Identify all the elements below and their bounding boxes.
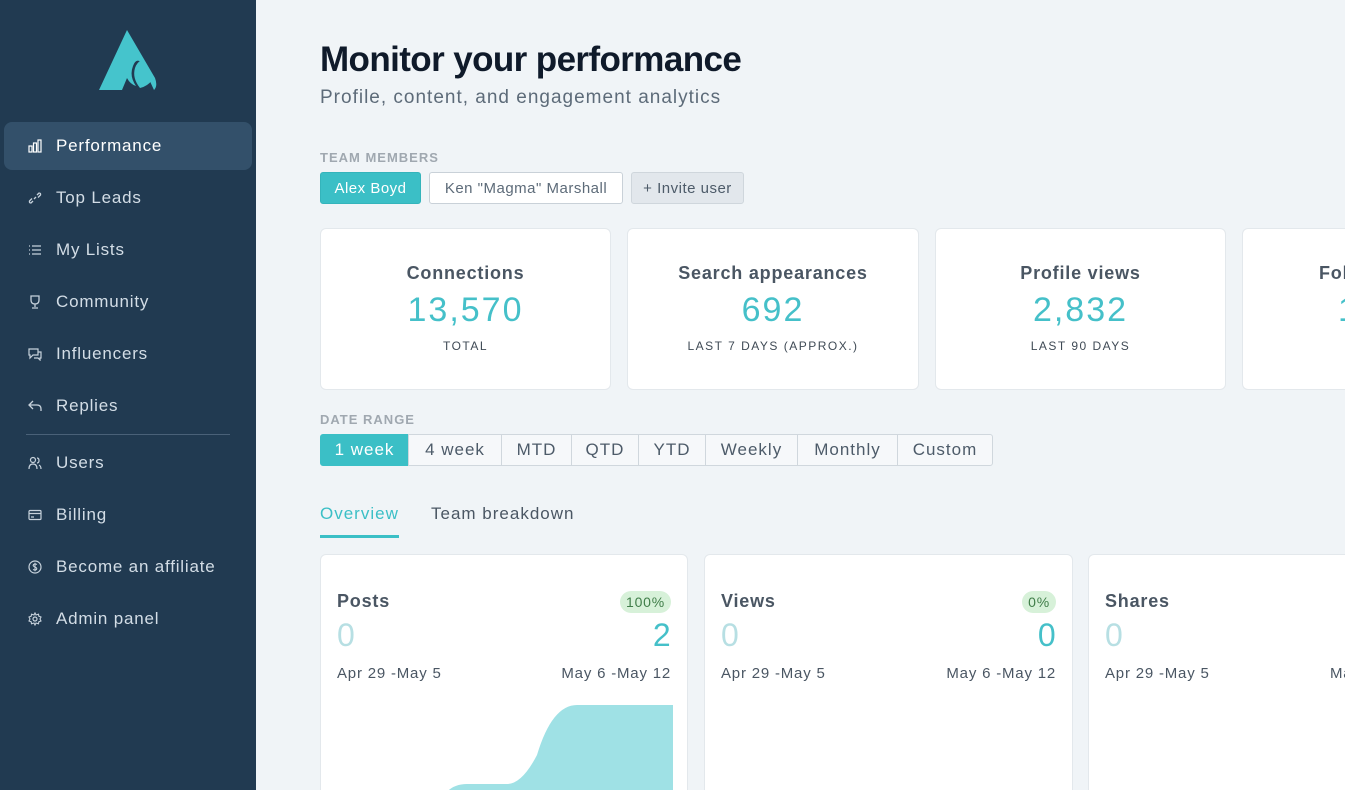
current-range: Ma [1330, 665, 1345, 682]
stat-title: Fol [1319, 263, 1345, 283]
tab-overview[interactable]: Overview [320, 504, 399, 524]
tab-team-breakdown[interactable]: Team breakdown [431, 504, 574, 524]
dollar-icon [28, 560, 42, 574]
active-tab-indicator [320, 535, 399, 538]
stat-value: 692 [741, 291, 805, 329]
sidebar-item-label: Influencers [56, 344, 148, 363]
sidebar-item-influencers[interactable]: Influencers [4, 330, 252, 378]
stat-sub: LAST 7 DAYS (APPROX.) [687, 339, 859, 353]
sidebar-item-performance[interactable]: Performance [4, 122, 252, 170]
bar-chart-icon [28, 139, 42, 153]
change-badge: 0% [1022, 591, 1056, 613]
date-range-selector: 1 week 4 week MTD QTD YTD Weekly Monthly… [320, 434, 993, 466]
stat-sub: TOTAL [442, 339, 489, 353]
sidebar-item-label: Become an affiliate [56, 557, 216, 576]
range-custom[interactable]: Custom [897, 434, 993, 466]
stat-sub: LAST 90 DAYS [1030, 339, 1131, 353]
current-value: 2 [652, 617, 671, 653]
sidebar-item-label: Users [56, 453, 105, 472]
users-icon [28, 456, 42, 470]
metric-title: Views [721, 591, 776, 611]
app-logo[interactable] [96, 28, 158, 92]
range-weekly[interactable]: Weekly [705, 434, 798, 466]
previous-range: Apr 29 -May 5 [337, 665, 442, 682]
invite-user-button[interactable]: + Invite user [631, 172, 744, 204]
sidebar-item-replies[interactable]: Replies [4, 382, 252, 430]
previous-range: Apr 29 -May 5 [1105, 665, 1210, 682]
metric-card-shares: Shares 0 Apr 29 -May 5 Ma [1088, 554, 1345, 790]
sidebar-item-label: My Lists [56, 240, 125, 259]
team-member-alex-boyd[interactable]: Alex Boyd [320, 172, 421, 204]
metric-card-posts: Posts 100% 0 2 Apr 29 -May 5 May 6 -May … [320, 554, 688, 790]
sidebar-item-label: Admin panel [56, 609, 160, 628]
previous-value: 0 [721, 617, 740, 653]
stat-value: 2,832 [1032, 291, 1129, 329]
sidebar-item-affiliate[interactable]: Become an affiliate [4, 543, 252, 591]
list-icon [29, 245, 41, 255]
metric-title: Posts [337, 591, 391, 611]
date-range-label: DATE RANGE [320, 412, 415, 427]
previous-value: 0 [1105, 617, 1124, 653]
posts-area-series [449, 705, 673, 790]
sidebar: Performance Top Leads My Lists Community… [0, 0, 256, 790]
metric-title: Shares [1105, 591, 1170, 611]
stat-value: 1 [1338, 291, 1345, 330]
stat-card-connections: Connections 13,570 TOTAL [320, 228, 611, 390]
current-range: May 6 -May 12 [946, 665, 1056, 682]
trophy-icon [30, 295, 40, 309]
current-range: May 6 -May 12 [561, 665, 671, 682]
range-ytd[interactable]: YTD [638, 434, 706, 466]
range-qtd[interactable]: QTD [571, 434, 639, 466]
sidebar-item-label: Community [56, 292, 150, 311]
page-title: Monitor your performance [320, 40, 742, 79]
previous-range: Apr 29 -May 5 [721, 665, 826, 682]
page-subtitle: Profile, content, and engagement analyti… [320, 87, 722, 108]
previous-value: 0 [337, 617, 356, 653]
team-member-ken-marshall[interactable]: Ken "Magma" Marshall [429, 172, 623, 204]
sidebar-item-label: Top Leads [56, 188, 142, 207]
stat-card-profile-views: Profile views 2,832 LAST 90 DAYS [935, 228, 1226, 390]
stat-title: Search appearances [678, 263, 868, 283]
reply-icon [28, 400, 42, 411]
stat-card-search-appearances: Search appearances 692 LAST 7 DAYS (APPR… [627, 228, 919, 390]
range-monthly[interactable]: Monthly [797, 434, 898, 466]
sidebar-item-admin-panel[interactable]: Admin panel [4, 595, 252, 643]
link-icon [28, 192, 42, 204]
sidebar-item-billing[interactable]: Billing [4, 491, 252, 539]
sidebar-item-label: Replies [56, 396, 119, 415]
current-value: 0 [1037, 617, 1056, 653]
chat-icon [28, 348, 42, 361]
metric-card-views: Views 0% 0 0 Apr 29 -May 5 May 6 -May 12 [704, 554, 1073, 790]
gear-icon [28, 612, 42, 626]
stat-card-followers: Fol 1 [1242, 228, 1345, 390]
sidebar-item-top-leads[interactable]: Top Leads [4, 174, 252, 222]
stat-value: 13,570 [407, 291, 524, 329]
sidebar-item-label: Billing [56, 505, 107, 524]
posts-area-chart [449, 705, 673, 790]
range-4-week[interactable]: 4 week [408, 434, 502, 466]
change-badge: 100% [619, 591, 671, 613]
sidebar-item-community[interactable]: Community [4, 278, 252, 326]
sidebar-item-my-lists[interactable]: My Lists [4, 226, 252, 274]
sidebar-item-label: Performance [56, 136, 163, 155]
sidebar-divider [26, 434, 230, 435]
range-mtd[interactable]: MTD [501, 434, 572, 466]
range-1-week[interactable]: 1 week [320, 434, 409, 466]
sidebar-item-users[interactable]: Users [4, 439, 252, 487]
stat-title: Profile views [1020, 263, 1141, 283]
team-members-label: TEAM MEMBERS [320, 150, 439, 165]
stat-title: Connections [406, 263, 525, 283]
credit-card-icon [28, 509, 42, 521]
